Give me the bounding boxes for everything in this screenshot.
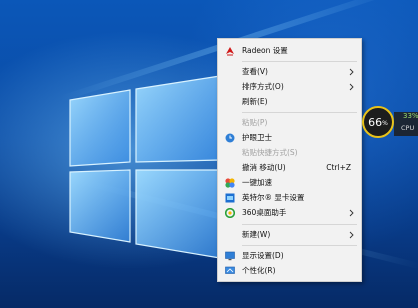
- personalize-icon: [225, 266, 235, 276]
- cpu-label: CPU: [401, 124, 415, 132]
- display-icon: [225, 251, 235, 261]
- menu-item-label: 个性化(R): [242, 266, 276, 275]
- menu-item-one-click-speedup[interactable]: 一键加速: [218, 175, 361, 191]
- eye-guard-icon: [225, 133, 235, 143]
- menu-separator: [242, 224, 357, 225]
- menu-item-view[interactable]: 查看(V): [218, 64, 361, 80]
- chevron-right-icon: [349, 68, 354, 76]
- menu-item-label: 粘贴快捷方式(S): [242, 148, 298, 157]
- menu-item-undo-move[interactable]: 撤消 移动(U) Ctrl+Z: [218, 160, 361, 176]
- menu-item-label: 显示设置(D): [242, 251, 284, 260]
- menu-separator: [242, 61, 357, 62]
- 360-icon: [224, 207, 236, 219]
- speedup-icon: [225, 178, 235, 188]
- chevron-right-icon: [349, 209, 354, 217]
- menu-item-paste[interactable]: 粘贴(P): [218, 115, 361, 131]
- menu-item-new[interactable]: 新建(W): [218, 227, 361, 243]
- menu-item-eye-guard[interactable]: 护眼卫士: [218, 130, 361, 146]
- intel-graphics-icon: [225, 193, 235, 203]
- menu-separator: [242, 112, 357, 113]
- menu-item-label: Radeon 设置: [242, 46, 288, 55]
- memory-usage-gauge[interactable]: 66%: [362, 106, 394, 138]
- cpu-percent: 33%: [403, 112, 418, 120]
- menu-item-label: 刷新(E): [242, 97, 268, 106]
- menu-item-label: 新建(W): [242, 230, 271, 239]
- menu-item-sort-by[interactable]: 排序方式(O): [218, 79, 361, 95]
- menu-item-accelerator: Ctrl+Z: [326, 163, 351, 172]
- chevron-right-icon: [349, 83, 354, 91]
- menu-item-label: 一键加速: [242, 178, 272, 187]
- menu-item-radeon-settings[interactable]: Radeon 设置: [218, 43, 361, 59]
- menu-item-display-settings[interactable]: 显示设置(D): [218, 248, 361, 264]
- menu-item-label: 撤消 移动(U): [242, 163, 286, 172]
- menu-item-label: 查看(V): [242, 67, 268, 76]
- desktop-context-menu: Radeon 设置 查看(V) 排序方式(O) 刷新(E) 粘贴(P) 护眼卫士…: [217, 38, 362, 282]
- windows-logo: [60, 60, 230, 290]
- menu-item-label: 英特尔® 显卡设置: [242, 193, 305, 202]
- radeon-icon: [225, 46, 235, 56]
- menu-separator: [242, 245, 357, 246]
- chevron-right-icon: [349, 231, 354, 239]
- gauge-value: 66: [368, 115, 383, 129]
- menu-item-360-desktop-assistant[interactable]: 360桌面助手: [218, 205, 361, 221]
- menu-item-label: 排序方式(O): [242, 82, 284, 91]
- menu-item-paste-shortcut[interactable]: 粘贴快捷方式(S): [218, 145, 361, 161]
- menu-item-personalize[interactable]: 个性化(R): [218, 263, 361, 279]
- menu-item-label: 粘贴(P): [242, 118, 268, 127]
- menu-item-label: 护眼卫士: [242, 133, 272, 142]
- gauge-unit: %: [382, 120, 388, 127]
- menu-item-label: 360桌面助手: [242, 208, 287, 217]
- menu-item-refresh[interactable]: 刷新(E): [218, 94, 361, 110]
- menu-item-intel-graphics[interactable]: 英特尔® 显卡设置: [218, 190, 361, 206]
